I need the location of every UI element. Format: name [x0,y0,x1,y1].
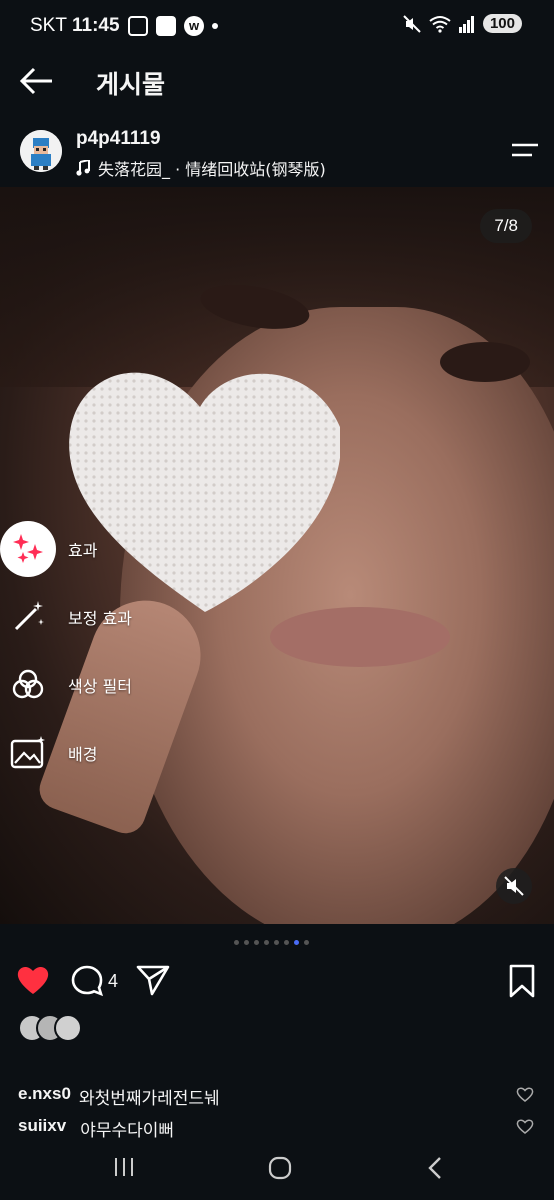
recent-apps-icon[interactable] [112,1155,136,1179]
comment-username[interactable]: e.nxs0 [18,1084,71,1109]
bookmark-icon[interactable] [508,964,536,998]
battery-indicator: 100 [482,14,522,33]
effect-menu-label: 색상 필터 [68,677,132,696]
mute-icon [403,14,421,33]
system-back-icon[interactable] [424,1155,448,1181]
comment-text: 야무수다이뻐 [80,1121,175,1141]
notification-icons: w [128,16,218,36]
carrier-label: SKT [30,15,67,36]
photo-eye-right [440,342,530,382]
effect-menu-label: 배경 [68,745,98,764]
post-username[interactable]: p4p41119 [76,128,161,150]
effect-menu-item-retouch[interactable]: 보정 효과 [0,587,132,647]
page-title: 게시물 [96,70,166,99]
post-header: p4p41119 失落花园_ · 情绪回收站(钢琴版) [0,122,554,184]
comment-bubble-icon[interactable] [70,964,104,998]
carousel-dot [254,940,259,945]
effect-menu-label: 보정 효과 [68,609,132,628]
carousel-dot [274,940,279,945]
signal-icon [458,15,474,33]
effect-menu-item-color-filter[interactable]: 색상 필터 [0,655,132,715]
menu-lines-icon[interactable] [510,140,540,160]
magic-wand-icon [0,589,56,645]
effect-menu-label: 효과 [68,541,98,560]
share-send-icon[interactable] [136,964,170,996]
comment-row[interactable]: suiixv 야무수다이뻐 [18,1116,538,1141]
avatar[interactable] [20,130,62,172]
system-nav-bar [0,1145,554,1200]
music-info[interactable]: 失落花园_ · 情绪回收站(钢琴版) [76,156,326,180]
liker-avatar [54,1014,82,1042]
home-icon[interactable] [267,1155,293,1181]
check-notification-icon [156,16,176,36]
like-heart-icon[interactable] [16,964,50,996]
back-arrow-icon[interactable] [18,64,58,98]
avatar-character-icon [20,130,62,172]
wifi-icon [429,15,451,33]
status-bar: SKT 11:45 w 100 [0,0,554,52]
carousel-dot-active [294,940,299,945]
screenshot-icon [128,16,148,36]
carousel-dot [264,940,269,945]
clock: 11:45 [72,15,120,36]
carousel-dot [244,940,249,945]
media-counter: 7/8 [480,209,532,243]
liked-by-avatars[interactable] [18,1014,88,1044]
carousel-dot [234,940,239,945]
heart-cotton-pad [69,372,340,612]
image-icon [0,725,56,781]
sparkles-icon [0,521,56,577]
carousel-indicator [234,940,309,945]
comment-like-icon[interactable] [516,1086,534,1102]
carousel-dot [304,940,309,945]
system-icons: 100 [403,14,522,33]
comment-like-icon[interactable] [516,1118,534,1134]
w-app-icon: w [184,16,204,36]
top-bar: 게시물 [0,52,554,110]
effect-menu-item-effects[interactable]: 효과 [0,519,97,579]
comment-username[interactable]: suiixv [18,1116,66,1141]
carousel-dot [284,940,289,945]
comment-text: 와첫번째가레전드눼 [78,1089,220,1109]
color-filter-icon [0,657,56,713]
more-notifications-icon [212,23,218,29]
music-title: 失落花园_ · 情绪回收站(钢琴版) [98,160,326,179]
effect-menu-item-background[interactable]: 배경 [0,723,97,783]
post-actions: 4 [0,960,554,1004]
comment-count: 4 [108,971,119,991]
speaker-muted-icon [504,876,524,896]
post-media[interactable]: 7/8 효과 보정 효과 색상 필터 배경 [0,187,554,924]
comment-row[interactable]: e.nxs0 와첫번째가레전드눼 [18,1084,538,1109]
audio-toggle-button[interactable] [496,868,532,904]
music-note-icon [76,160,90,176]
